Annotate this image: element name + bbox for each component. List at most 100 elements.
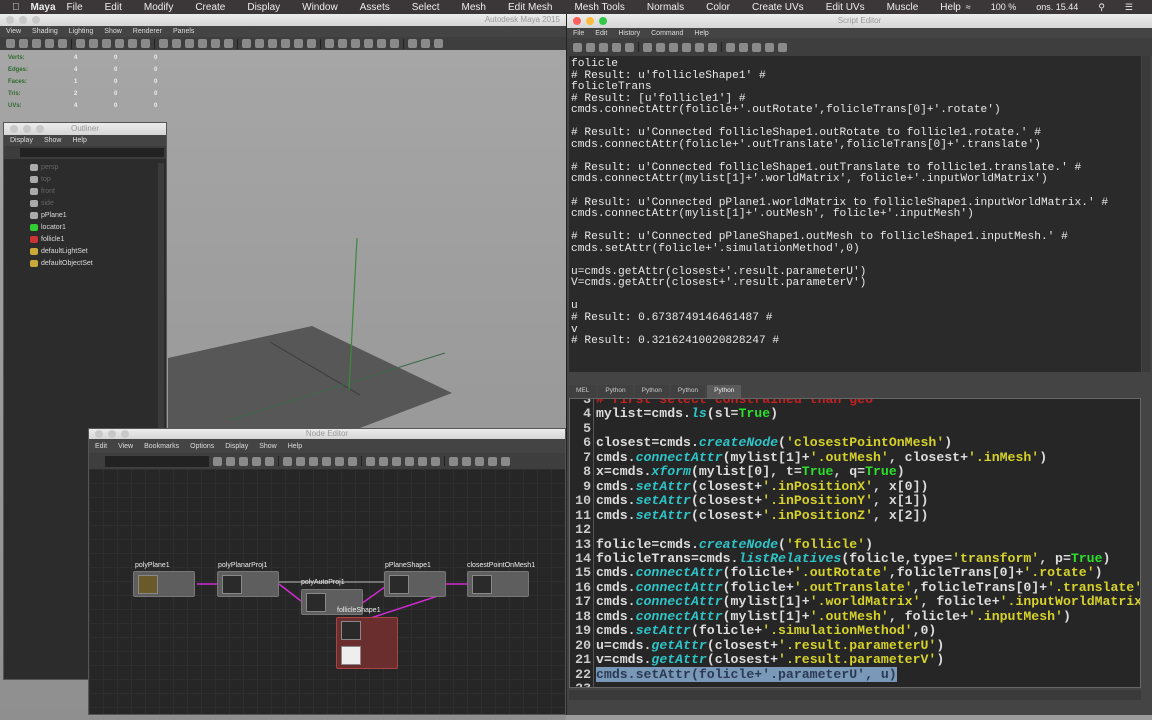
clock[interactable]: ons. 15.44 [1036,2,1078,12]
zoom-button[interactable] [599,17,607,25]
tool-icon[interactable] [586,42,595,52]
menu-create[interactable]: Create [195,2,225,13]
apple-icon[interactable]:  [12,2,20,13]
tool-icon[interactable] [488,456,497,466]
tab-python[interactable]: Python [707,385,742,399]
tool-icon[interactable] [255,39,264,48]
tool-icon[interactable] [239,456,248,466]
tab-python[interactable]: Python [670,385,706,399]
panel-menu-lighting[interactable]: Lighting [69,28,94,35]
menu-assets[interactable]: Assets [360,2,390,13]
tool-icon[interactable] [475,456,484,466]
tool-icon[interactable] [625,42,634,52]
tool-icon[interactable] [656,42,665,52]
tool-icon[interactable] [224,39,233,48]
tool-icon[interactable] [682,42,691,52]
node-graph-canvas[interactable]: polyPlane1 polyPlanarProj1 polyAutoProj1… [89,469,565,714]
outliner-menu-display[interactable]: Display [10,137,33,144]
tool-icon[interactable] [115,39,124,48]
menu-modify[interactable]: Modify [144,2,173,13]
menu-help[interactable]: Help [940,2,961,13]
tool-icon[interactable] [366,456,375,466]
tool-icon[interactable] [573,42,582,52]
script-menu-edit[interactable]: Edit [595,30,607,37]
wifi-icon[interactable]: ≈ [966,2,971,12]
tool-icon[interactable] [462,456,471,466]
tool-icon[interactable] [185,39,194,48]
tool-icon[interactable] [294,39,303,48]
script-menu-command[interactable]: Command [651,30,683,37]
close-button[interactable] [573,17,581,25]
tool-icon[interactable] [307,39,316,48]
zoom-button[interactable] [36,125,44,133]
outliner-item[interactable]: defaultObjectSet [4,257,166,269]
tool-icon[interactable] [213,456,222,466]
node-follicleShape1[interactable] [336,617,398,669]
node-editor-menu-show[interactable]: Show [259,443,277,450]
tool-icon[interactable] [281,39,290,48]
node-editor-menu-help[interactable]: Help [288,443,302,450]
tool-icon[interactable] [726,42,735,52]
tool-icon[interactable] [377,39,386,48]
tool-icon[interactable] [283,456,292,466]
tool-icon[interactable] [268,39,277,48]
outliner-menu-help[interactable]: Help [72,137,86,144]
menu-edit[interactable]: Edit [105,2,122,13]
close-button[interactable] [6,16,14,24]
tool-icon[interactable] [325,39,334,48]
node-editor-menu-bookmarks[interactable]: Bookmarks [144,443,179,450]
tool-icon[interactable] [19,39,28,48]
tool-icon[interactable] [76,39,85,48]
tool-icon[interactable] [296,456,305,466]
tool-icon[interactable] [392,456,401,466]
tool-icon[interactable] [335,456,344,466]
menu-create-uvs[interactable]: Create UVs [752,2,804,13]
tool-icon[interactable] [501,456,510,466]
search-icon[interactable]: ⚲ [1098,2,1105,13]
outliner-item[interactable]: pPlane1 [4,209,166,221]
menu-color[interactable]: Color [706,2,730,13]
tool-icon[interactable] [141,39,150,48]
node-editor-menu-options[interactable]: Options [190,443,214,450]
list-icon[interactable]: ☰ [1125,2,1133,13]
panel-menu-shading[interactable]: Shading [32,28,58,35]
node-closestPointOnMesh1[interactable] [467,571,529,597]
node-editor-menu-view[interactable]: View [118,443,133,450]
script-menu-history[interactable]: History [618,30,640,37]
tool-icon[interactable] [351,39,360,48]
battery-label[interactable]: 100 % [991,2,1017,12]
menu-muscle[interactable]: Muscle [887,2,919,13]
node-pPlaneShape1[interactable] [384,571,446,597]
outliner-item[interactable]: follicle1 [4,233,166,245]
menu-file[interactable]: File [67,2,83,13]
outliner-item[interactable]: top [4,173,166,185]
history-output[interactable]: folicle # Result: u'follicleShape1' # foli… [569,56,1141,372]
panel-menu-panels[interactable]: Panels [173,28,194,35]
tool-icon[interactable] [45,39,54,48]
tool-icon[interactable] [172,39,181,48]
tool-icon[interactable] [434,39,443,48]
tool-icon[interactable] [128,39,137,48]
tool-icon[interactable] [6,39,15,48]
zoom-button[interactable] [32,16,40,24]
node-editor-menu-display[interactable]: Display [225,443,248,450]
script-menu-help[interactable]: Help [694,30,708,37]
code-input[interactable]: 3 # first select constrained than geo 4 myl… [569,398,1141,688]
node-editor-menu-edit[interactable]: Edit [95,443,107,450]
tool-icon[interactable] [752,42,761,52]
node-search-input[interactable] [105,455,209,467]
tool-icon[interactable] [348,456,357,466]
menu-edit-uvs[interactable]: Edit UVs [826,2,865,13]
menu-mesh[interactable]: Mesh [462,2,486,13]
tool-icon[interactable] [408,39,417,48]
minimize-button[interactable] [23,125,31,133]
tool-icon[interactable] [421,39,430,48]
tab-mel[interactable]: MEL [569,385,597,399]
tool-icon[interactable] [778,42,787,52]
minimize-button[interactable] [19,16,27,24]
outliner-menu-show[interactable]: Show [44,137,62,144]
tool-icon[interactable] [405,456,414,466]
tool-icon[interactable] [390,39,399,48]
panel-menu-renderer[interactable]: Renderer [133,28,162,35]
plane-mesh[interactable] [168,326,452,428]
